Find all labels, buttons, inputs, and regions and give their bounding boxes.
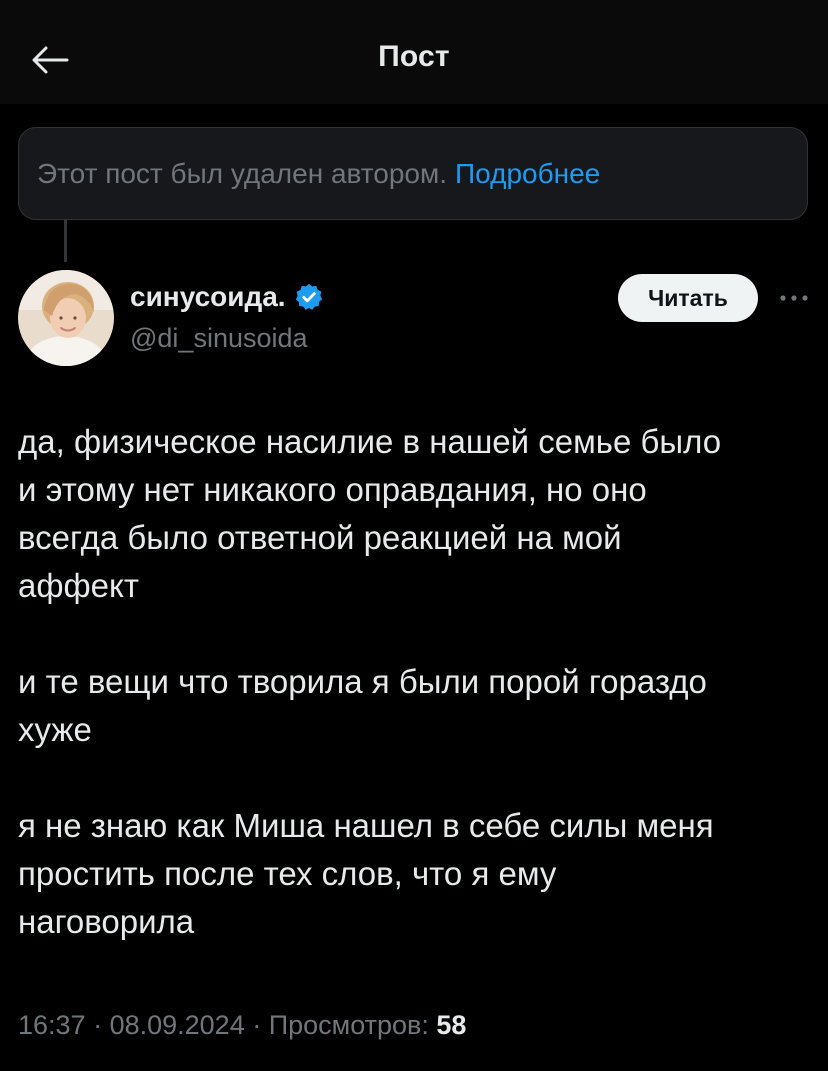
verified-badge-icon [295, 283, 322, 310]
views-count[interactable]: 58 [436, 1010, 466, 1040]
views-label: Просмотров: [268, 1010, 429, 1040]
avatar[interactable] [18, 270, 114, 366]
thread-connector-line [64, 220, 67, 262]
post-paragraph: и те вещи что творила я были порой гораз… [18, 663, 707, 748]
meta-separator: · [244, 1010, 269, 1040]
avatar-photo [18, 270, 114, 366]
page-title: Пост [378, 40, 450, 73]
follow-button[interactable]: Читать [618, 274, 758, 322]
post-date[interactable]: 08.09.2024 [110, 1010, 245, 1040]
learn-more-link[interactable]: Подробнее [455, 158, 600, 190]
deleted-notice-text: Этот пост был удален автором. [37, 157, 448, 189]
post-paragraph: я не знаю как Миша нашел в себе силы мен… [18, 807, 714, 940]
deleted-post-notice: Этот пост был удален автором. Подробнее [18, 127, 808, 220]
post-time[interactable]: 16:37 [18, 1010, 86, 1040]
author-name-row[interactable]: синусоида. [130, 281, 324, 313]
author-handle[interactable]: @di_sinusoida [130, 323, 308, 354]
top-bar: Пост [0, 0, 828, 104]
post-text: да, физическое насилие в нашей семье был… [18, 418, 810, 994]
more-dots-icon [780, 295, 808, 301]
author-name[interactable]: синусоида. [130, 281, 286, 313]
meta-separator: · [85, 1010, 110, 1040]
more-options-button[interactable] [772, 284, 816, 312]
post-meta: 16:37 · 08.09.2024 · Просмотров: 58 [18, 1010, 466, 1041]
post-paragraph: да, физическое насилие в нашей семье был… [18, 423, 722, 604]
